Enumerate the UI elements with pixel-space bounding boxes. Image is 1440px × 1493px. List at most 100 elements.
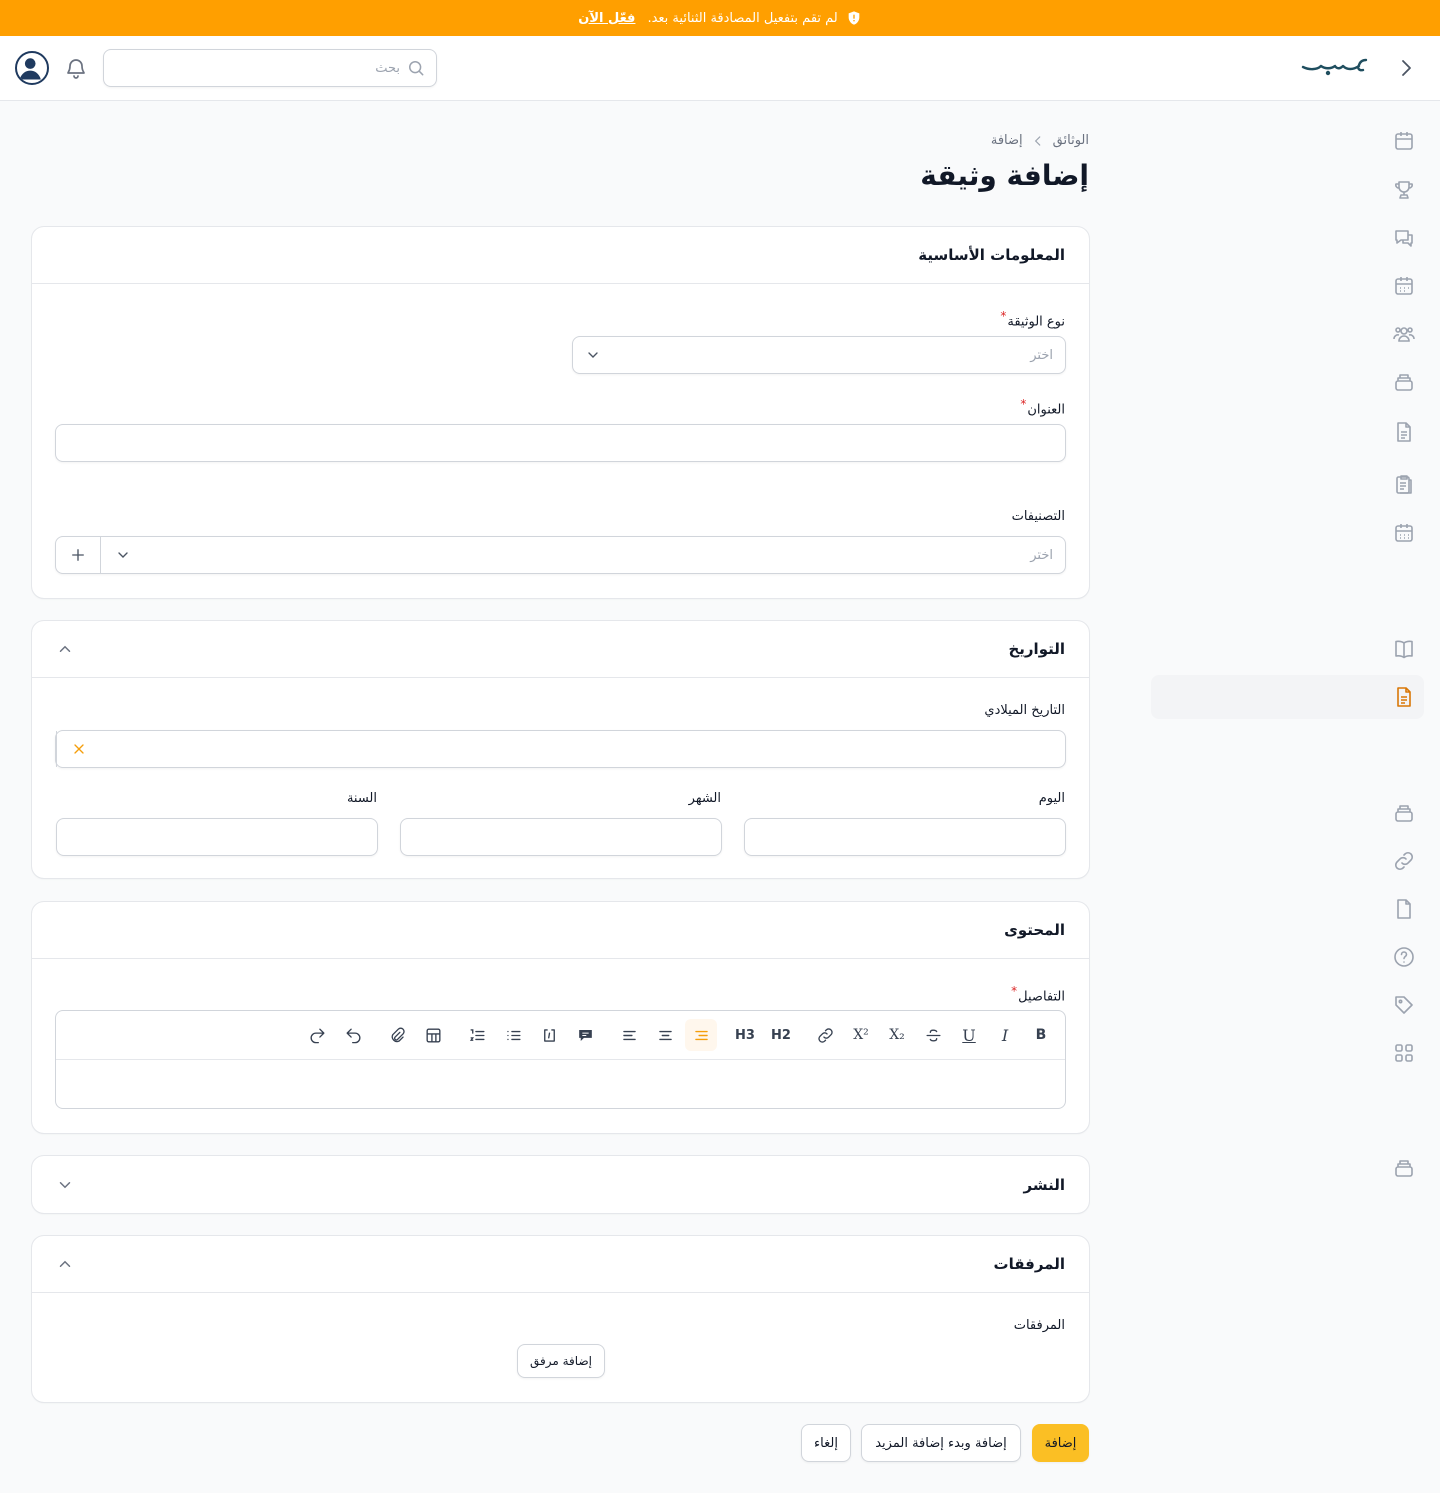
- paperclip-icon: [391, 1027, 405, 1042]
- blockquote-button[interactable]: [569, 1019, 601, 1051]
- title-input[interactable]: [56, 425, 1065, 461]
- create-button[interactable]: إضافة: [1032, 1424, 1089, 1462]
- align-left-icon: [622, 1030, 636, 1040]
- content-header: المحتوى: [32, 902, 1089, 959]
- breadcrumb-documents[interactable]: الوثائق: [1053, 133, 1089, 148]
- chat-icon[interactable]: [1392, 226, 1416, 250]
- editor-content[interactable]: [56, 1060, 1065, 1108]
- align-start-button[interactable]: [685, 1019, 717, 1051]
- day-label: اليوم: [1038, 791, 1065, 806]
- archive-stack-icon[interactable]: [1392, 370, 1416, 394]
- dates-header[interactable]: التواريخ: [32, 621, 1089, 678]
- superscript-button[interactable]: X²: [845, 1019, 877, 1051]
- search-box[interactable]: [103, 49, 437, 87]
- cancel-button[interactable]: إلغاء: [801, 1424, 851, 1462]
- user-avatar[interactable]: [15, 51, 49, 85]
- categories-select[interactable]: اختر: [55, 536, 1066, 574]
- month-label: الشهر: [688, 791, 721, 806]
- h2-button[interactable]: H2: [765, 1019, 797, 1051]
- enable-2fa-link[interactable]: فعّل الآن: [578, 11, 635, 26]
- code-block-button[interactable]: [533, 1019, 565, 1051]
- x-icon: [74, 744, 84, 754]
- users-group-icon[interactable]: [1392, 322, 1416, 346]
- publish-section: النشر: [31, 1155, 1090, 1214]
- sidebar: [1140, 101, 1440, 1493]
- sidebar-item-documents[interactable]: [1151, 675, 1424, 719]
- calendar-icon[interactable]: [1392, 129, 1416, 153]
- document-icon[interactable]: [1392, 897, 1416, 921]
- strikethrough-button[interactable]: [917, 1019, 949, 1051]
- h3-button[interactable]: H3: [729, 1019, 761, 1051]
- chevron-down-icon: [115, 547, 131, 563]
- subscript-button[interactable]: X₂: [881, 1019, 913, 1051]
- add-attachment-button[interactable]: إضافة مرفق: [517, 1344, 605, 1378]
- doc-type-placeholder: اختر: [1030, 347, 1053, 363]
- ordered-list-button[interactable]: [461, 1019, 493, 1051]
- two-factor-banner: لم تقم بتفعيل المصادقة الثنائية بعد. فعّ…: [0, 0, 1440, 36]
- gregorian-date-input[interactable]: [101, 731, 1065, 767]
- add-category-button[interactable]: [56, 537, 101, 573]
- attachments-section: المرفقات المرفقات إضافة مرفق: [31, 1235, 1090, 1403]
- doc-type-select[interactable]: اختر: [572, 336, 1066, 374]
- italic-button[interactable]: I: [989, 1019, 1021, 1051]
- month-field[interactable]: [400, 818, 722, 856]
- year-label: السنة: [346, 791, 377, 806]
- bell-icon[interactable]: [64, 56, 88, 80]
- gregorian-date-field[interactable]: [55, 730, 1066, 768]
- underline-button[interactable]: U: [953, 1019, 985, 1051]
- document-text-icon[interactable]: [1392, 420, 1416, 444]
- align-end-button[interactable]: [613, 1019, 645, 1051]
- bullet-list-button[interactable]: [497, 1019, 529, 1051]
- document-active-icon: [1392, 685, 1416, 709]
- list-ordered-icon: [469, 1028, 485, 1041]
- chevron-right-icon[interactable]: [1394, 56, 1418, 80]
- question-circle-icon[interactable]: [1392, 945, 1416, 969]
- year-field[interactable]: [56, 818, 378, 856]
- chevron-down-icon[interactable]: [56, 1176, 74, 1194]
- day-field[interactable]: [744, 818, 1066, 856]
- tag-icon[interactable]: [1392, 993, 1416, 1017]
- grid-icon[interactable]: [1392, 1041, 1416, 1065]
- bold-button[interactable]: B: [1025, 1019, 1057, 1051]
- redo-button[interactable]: [301, 1019, 333, 1051]
- calendar-days-icon[interactable]: [1392, 274, 1416, 298]
- page-title: إضافة وثيقة: [920, 159, 1089, 192]
- quote-bubble-icon: [578, 1029, 592, 1041]
- attach-files-button[interactable]: [381, 1019, 413, 1051]
- publish-header[interactable]: النشر: [32, 1156, 1089, 1213]
- archive-bottom-icon[interactable]: [1392, 1156, 1416, 1180]
- table-button[interactable]: [417, 1019, 449, 1051]
- rich-editor[interactable]: B I U X₂ X² H2 H3: [55, 1010, 1066, 1109]
- align-center-button[interactable]: [649, 1019, 681, 1051]
- clear-date-button[interactable]: [56, 731, 101, 767]
- calendar-grid-icon[interactable]: [1392, 521, 1416, 545]
- basic-info-section: المعلومات الأساسية نوع الوثيقة* اختر الع…: [31, 226, 1090, 599]
- banner-message: لم تقم بتفعيل المصادقة الثنائية بعد.: [647, 10, 838, 26]
- chevron-up-icon[interactable]: [56, 640, 74, 658]
- archive-icon[interactable]: [1392, 801, 1416, 825]
- search-input[interactable]: [104, 50, 400, 86]
- gregorian-date-label: التاريخ الميلادي: [984, 703, 1065, 718]
- breadcrumb-add: إضافة: [990, 133, 1023, 148]
- categories-label: التصنيفات: [1011, 509, 1065, 524]
- logo[interactable]: [1300, 52, 1370, 80]
- chevron-up-icon[interactable]: [56, 1255, 74, 1273]
- undo-button[interactable]: [337, 1019, 369, 1051]
- title-field[interactable]: [55, 424, 1066, 462]
- align-center-icon: [658, 1030, 672, 1040]
- details-label: التفاصيل*: [1011, 984, 1065, 1005]
- book-open-icon[interactable]: [1392, 637, 1416, 661]
- link-button[interactable]: [809, 1019, 841, 1051]
- redo-icon: [310, 1027, 325, 1043]
- month-input[interactable]: [401, 819, 721, 855]
- shield-icon: [846, 10, 862, 26]
- trophy-icon[interactable]: [1392, 178, 1416, 202]
- create-another-button[interactable]: إضافة وبدء إضافة المزيد: [861, 1424, 1021, 1462]
- year-input[interactable]: [57, 819, 377, 855]
- clipboard-list-icon[interactable]: [1392, 472, 1416, 496]
- day-input[interactable]: [745, 819, 1065, 855]
- attachments-header[interactable]: المرفقات: [32, 1236, 1089, 1293]
- breadcrumb: الوثائق إضافة: [991, 133, 1089, 148]
- link-icon[interactable]: [1392, 849, 1416, 873]
- content-title: المحتوى: [1004, 921, 1065, 939]
